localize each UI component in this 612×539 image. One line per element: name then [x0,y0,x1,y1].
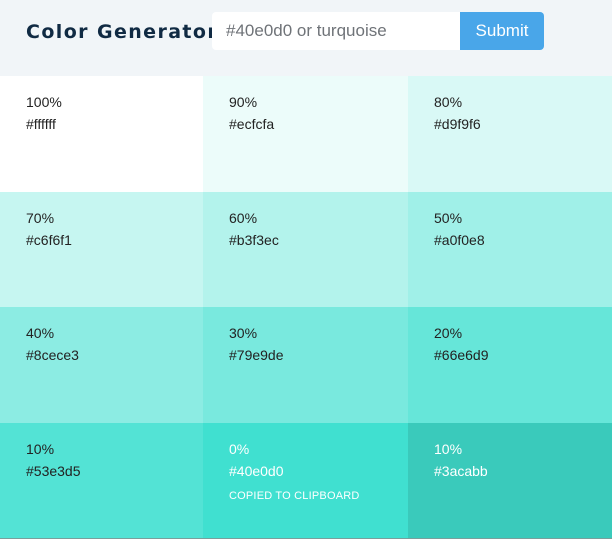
app-title: Color Generator [26,21,219,43]
color-swatch[interactable]: 70% #c6f6f1 [0,192,203,307]
copied-alert: copied to clipboard [229,490,360,502]
swatch-hex: #d9f9f6 [434,116,481,132]
color-swatch[interactable]: 30% #79e9de [203,307,408,423]
swatch-hex: #40e0d0 [229,463,284,479]
swatch-hex: #a0f0e8 [434,232,485,248]
swatch-hex: #c6f6f1 [26,232,72,248]
color-swatch[interactable]: 40% #8cece3 [0,307,203,423]
swatch-hex: #ecfcfa [229,116,275,132]
color-swatch[interactable]: 100% #ffffff [0,76,203,192]
swatch-hex: #79e9de [229,347,284,363]
color-swatch[interactable]: 90% #ecfcfa [203,76,408,192]
swatch-percent: 20% [434,325,463,341]
swatch-percent: 90% [229,94,258,110]
color-swatch[interactable]: 10% #53e3d5 [0,423,203,539]
swatch-percent: 10% [434,441,463,457]
color-grid: 100% #ffffff 90% #ecfcfa 80% #d9f9f6 70%… [0,76,612,539]
swatch-percent: 70% [26,210,55,226]
color-swatch[interactable]: 80% #d9f9f6 [408,76,612,192]
swatch-hex: #8cece3 [26,347,79,363]
swatch-hex: #66e6d9 [434,347,489,363]
swatch-hex: #3acabb [434,463,488,479]
swatch-hex: #b3f3ec [229,232,279,248]
swatch-percent: 0% [229,441,250,457]
swatch-percent: 50% [434,210,463,226]
color-input[interactable] [212,12,460,50]
color-swatch[interactable]: 60% #b3f3ec [203,192,408,307]
color-swatch[interactable]: 10% #3acabb [408,423,612,539]
submit-button[interactable]: Submit [460,12,544,50]
color-swatch[interactable]: 20% #66e6d9 [408,307,612,423]
swatch-hex: #53e3d5 [26,463,81,479]
swatch-hex: #ffffff [26,116,56,132]
color-swatch[interactable]: 50% #a0f0e8 [408,192,612,307]
swatch-percent: 100% [26,94,62,110]
header: Color Generator Submit [0,0,612,76]
swatch-percent: 30% [229,325,258,341]
swatch-percent: 40% [26,325,55,341]
swatch-percent: 10% [26,441,55,457]
color-form: Submit [212,12,544,50]
swatch-percent: 60% [229,210,258,226]
color-swatch[interactable]: 0% #40e0d0 copied to clipboard [203,423,408,539]
swatch-percent: 80% [434,94,463,110]
